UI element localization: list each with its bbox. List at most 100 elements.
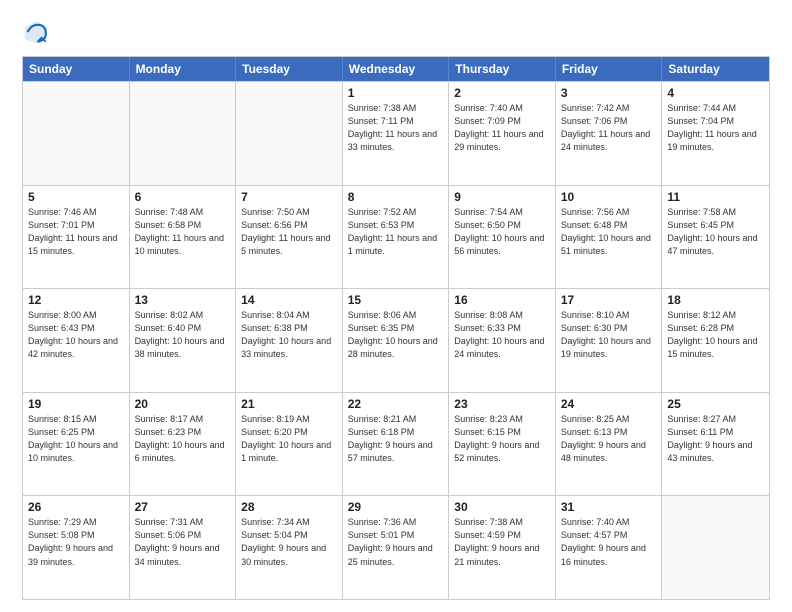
- cell-info: Sunrise: 8:19 AM Sunset: 6:20 PM Dayligh…: [241, 413, 337, 465]
- cell-info: Sunrise: 8:27 AM Sunset: 6:11 PM Dayligh…: [667, 413, 764, 465]
- cell-info: Sunrise: 7:52 AM Sunset: 6:53 PM Dayligh…: [348, 206, 444, 258]
- calendar-cell-13: 13 Sunrise: 8:02 AM Sunset: 6:40 PM Dayli…: [130, 289, 237, 392]
- calendar-cell-3: 3 Sunrise: 7:42 AM Sunset: 7:06 PM Daylig…: [556, 82, 663, 185]
- cell-info: Sunrise: 7:40 AM Sunset: 7:09 PM Dayligh…: [454, 102, 550, 154]
- cell-info: Sunrise: 7:46 AM Sunset: 7:01 PM Dayligh…: [28, 206, 124, 258]
- day-number: 28: [241, 500, 337, 514]
- calendar-cell-17: 17 Sunrise: 8:10 AM Sunset: 6:30 PM Dayli…: [556, 289, 663, 392]
- day-number: 31: [561, 500, 657, 514]
- calendar-cell-25: 25Sunrise: 8:27 AM Sunset: 6:11 PM Dayli…: [662, 393, 769, 496]
- day-number: 14: [241, 293, 337, 307]
- day-number: 16: [454, 293, 550, 307]
- calendar-cell-8: 8 Sunrise: 7:52 AM Sunset: 6:53 PM Daylig…: [343, 186, 450, 289]
- cell-info: Sunrise: 8:00 AM Sunset: 6:43 PM Dayligh…: [28, 309, 124, 361]
- calendar-cell-10: 10 Sunrise: 7:56 AM Sunset: 6:48 PM Dayli…: [556, 186, 663, 289]
- cell-info: Sunrise: 7:31 AM Sunset: 5:06 PM Dayligh…: [135, 516, 231, 568]
- header: [22, 18, 770, 46]
- calendar-cell-28: 28 Sunrise: 7:34 AM Sunset: 5:04 PM Dayli…: [236, 496, 343, 599]
- calendar-cell-5: 5 Sunrise: 7:46 AM Sunset: 7:01 PM Daylig…: [23, 186, 130, 289]
- cell-info: Sunrise: 8:02 AM Sunset: 6:40 PM Dayligh…: [135, 309, 231, 361]
- day-number: 15: [348, 293, 444, 307]
- cell-info: Sunrise: 7:42 AM Sunset: 7:06 PM Dayligh…: [561, 102, 657, 154]
- day-number: 10: [561, 190, 657, 204]
- calendar-cell-1: 1 Sunrise: 7:38 AM Sunset: 7:11 PM Daylig…: [343, 82, 450, 185]
- day-number: 17: [561, 293, 657, 307]
- cell-info: Sunrise: 7:56 AM Sunset: 6:48 PM Dayligh…: [561, 206, 657, 258]
- cell-info: Sunrise: 8:04 AM Sunset: 6:38 PM Dayligh…: [241, 309, 337, 361]
- day-number: 18: [667, 293, 764, 307]
- day-number: 24: [561, 397, 657, 411]
- cell-info: Sunrise: 7:38 AM Sunset: 7:11 PM Dayligh…: [348, 102, 444, 154]
- page: SundayMondayTuesdayWednesdayThursdayFrid…: [0, 0, 792, 612]
- day-number: 1: [348, 86, 444, 100]
- calendar-cell-9: 9 Sunrise: 7:54 AM Sunset: 6:50 PM Daylig…: [449, 186, 556, 289]
- day-number: 2: [454, 86, 550, 100]
- header-day-tuesday: Tuesday: [236, 57, 343, 81]
- calendar: SundayMondayTuesdayWednesdayThursdayFrid…: [22, 56, 770, 600]
- calendar-cell-20: 20 Sunrise: 8:17 AM Sunset: 6:23 PM Dayli…: [130, 393, 237, 496]
- header-day-wednesday: Wednesday: [343, 57, 450, 81]
- calendar-cell-23: 23Sunrise: 8:23 AM Sunset: 6:15 PM Dayli…: [449, 393, 556, 496]
- day-number: 8: [348, 190, 444, 204]
- calendar-cell-19: 19Sunrise: 8:15 AM Sunset: 6:25 PM Dayli…: [23, 393, 130, 496]
- calendar-cell-29: 29Sunrise: 7:36 AM Sunset: 5:01 PM Dayli…: [343, 496, 450, 599]
- calendar-row-1: 5 Sunrise: 7:46 AM Sunset: 7:01 PM Daylig…: [23, 185, 769, 289]
- day-number: 3: [561, 86, 657, 100]
- day-number: 26: [28, 500, 124, 514]
- cell-info: Sunrise: 7:44 AM Sunset: 7:04 PM Dayligh…: [667, 102, 764, 154]
- calendar-row-2: 12 Sunrise: 8:00 AM Sunset: 6:43 PM Dayli…: [23, 288, 769, 392]
- day-number: 13: [135, 293, 231, 307]
- cell-info: Sunrise: 8:21 AM Sunset: 6:18 PM Dayligh…: [348, 413, 444, 465]
- calendar-cell-4: 4 Sunrise: 7:44 AM Sunset: 7:04 PM Daylig…: [662, 82, 769, 185]
- cell-info: Sunrise: 8:12 AM Sunset: 6:28 PM Dayligh…: [667, 309, 764, 361]
- calendar-cell-15: 15 Sunrise: 8:06 AM Sunset: 6:35 PM Dayli…: [343, 289, 450, 392]
- cell-info: Sunrise: 8:23 AM Sunset: 6:15 PM Dayligh…: [454, 413, 550, 465]
- cell-info: Sunrise: 7:40 AM Sunset: 4:57 PM Dayligh…: [561, 516, 657, 568]
- cell-info: Sunrise: 8:06 AM Sunset: 6:35 PM Dayligh…: [348, 309, 444, 361]
- day-number: 12: [28, 293, 124, 307]
- calendar-cell-27: 27 Sunrise: 7:31 AM Sunset: 5:06 PM Dayli…: [130, 496, 237, 599]
- day-number: 22: [348, 397, 444, 411]
- calendar-cell-empty-4-6: [662, 496, 769, 599]
- calendar-header-row: SundayMondayTuesdayWednesdayThursdayFrid…: [23, 57, 769, 81]
- calendar-row-3: 19Sunrise: 8:15 AM Sunset: 6:25 PM Dayli…: [23, 392, 769, 496]
- calendar-cell-7: 7Sunrise: 7:50 AM Sunset: 6:56 PM Daylig…: [236, 186, 343, 289]
- cell-info: Sunrise: 8:10 AM Sunset: 6:30 PM Dayligh…: [561, 309, 657, 361]
- day-number: 7: [241, 190, 337, 204]
- header-day-saturday: Saturday: [662, 57, 769, 81]
- cell-info: Sunrise: 7:48 AM Sunset: 6:58 PM Dayligh…: [135, 206, 231, 258]
- day-number: 30: [454, 500, 550, 514]
- day-number: 5: [28, 190, 124, 204]
- day-number: 11: [667, 190, 764, 204]
- day-number: 21: [241, 397, 337, 411]
- header-day-thursday: Thursday: [449, 57, 556, 81]
- calendar-cell-22: 22 Sunrise: 8:21 AM Sunset: 6:18 PM Dayli…: [343, 393, 450, 496]
- calendar-cell-12: 12 Sunrise: 8:00 AM Sunset: 6:43 PM Dayli…: [23, 289, 130, 392]
- header-day-friday: Friday: [556, 57, 663, 81]
- calendar-cell-empty-0-1: [130, 82, 237, 185]
- calendar-row-0: 1 Sunrise: 7:38 AM Sunset: 7:11 PM Daylig…: [23, 81, 769, 185]
- cell-info: Sunrise: 7:36 AM Sunset: 5:01 PM Dayligh…: [348, 516, 444, 568]
- calendar-cell-30: 30 Sunrise: 7:38 AM Sunset: 4:59 PM Dayli…: [449, 496, 556, 599]
- calendar-cell-26: 26 Sunrise: 7:29 AM Sunset: 5:08 PM Dayli…: [23, 496, 130, 599]
- day-number: 27: [135, 500, 231, 514]
- cell-info: Sunrise: 7:34 AM Sunset: 5:04 PM Dayligh…: [241, 516, 337, 568]
- logo: [22, 18, 54, 46]
- cell-info: Sunrise: 7:54 AM Sunset: 6:50 PM Dayligh…: [454, 206, 550, 258]
- cell-info: Sunrise: 7:58 AM Sunset: 6:45 PM Dayligh…: [667, 206, 764, 258]
- cell-info: Sunrise: 8:25 AM Sunset: 6:13 PM Dayligh…: [561, 413, 657, 465]
- cell-info: Sunrise: 8:17 AM Sunset: 6:23 PM Dayligh…: [135, 413, 231, 465]
- calendar-cell-empty-0-0: [23, 82, 130, 185]
- calendar-cell-6: 6Sunrise: 7:48 AM Sunset: 6:58 PM Daylig…: [130, 186, 237, 289]
- calendar-cell-11: 11 Sunrise: 7:58 AM Sunset: 6:45 PM Dayli…: [662, 186, 769, 289]
- day-number: 4: [667, 86, 764, 100]
- cell-info: Sunrise: 7:38 AM Sunset: 4:59 PM Dayligh…: [454, 516, 550, 568]
- calendar-cell-21: 21 Sunrise: 8:19 AM Sunset: 6:20 PM Dayli…: [236, 393, 343, 496]
- day-number: 20: [135, 397, 231, 411]
- header-day-sunday: Sunday: [23, 57, 130, 81]
- calendar-cell-18: 18 Sunrise: 8:12 AM Sunset: 6:28 PM Dayli…: [662, 289, 769, 392]
- cell-info: Sunrise: 7:29 AM Sunset: 5:08 PM Dayligh…: [28, 516, 124, 568]
- logo-icon: [22, 18, 50, 46]
- day-number: 9: [454, 190, 550, 204]
- day-number: 19: [28, 397, 124, 411]
